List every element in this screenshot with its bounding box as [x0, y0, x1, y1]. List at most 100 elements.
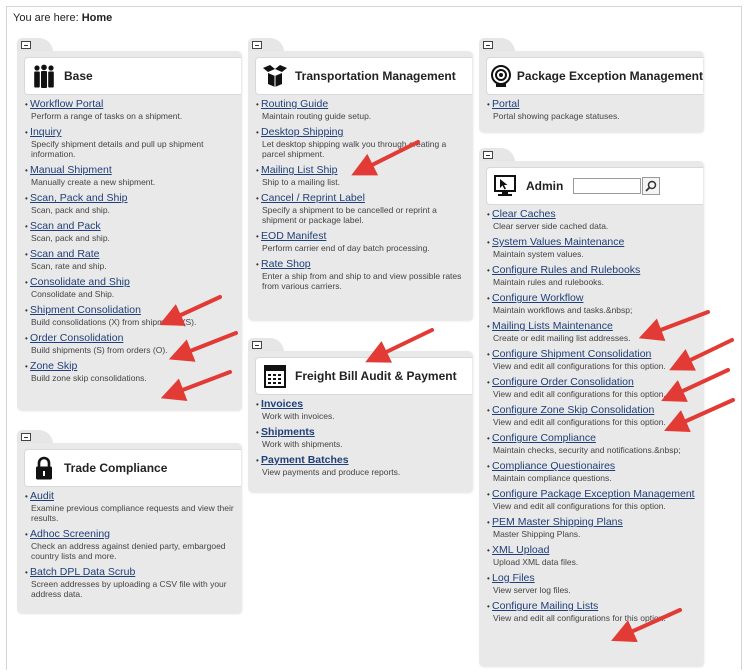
link-clear-caches[interactable]: Clear Caches — [492, 208, 556, 220]
list-item: Log FilesView server log files. — [487, 572, 697, 595]
link-system-values-maintenance[interactable]: System Values Maintenance — [492, 236, 624, 248]
link-mailing-list-ship[interactable]: Mailing List Ship — [261, 164, 337, 176]
link-inquiry[interactable]: Inquiry — [30, 126, 62, 138]
link-log-files[interactable]: Log Files — [492, 572, 535, 584]
link-configure-workflow[interactable]: Configure Workflow — [492, 292, 583, 304]
link-portal[interactable]: Portal — [492, 98, 519, 110]
collapse-toggle[interactable] — [483, 41, 493, 49]
link-eod-manifest[interactable]: EOD Manifest — [261, 230, 326, 242]
item-description: View and edit all configurations for thi… — [493, 389, 666, 399]
link-rate-shop[interactable]: Rate Shop — [261, 258, 311, 270]
link-pem-master-shipping-plans[interactable]: PEM Master Shipping Plans — [492, 516, 623, 528]
item-description: Scan, pack and ship. — [31, 205, 110, 215]
link-scan-and-rate[interactable]: Scan and Rate — [30, 248, 99, 260]
item-description: Enter a ship from and ship to and view p… — [262, 271, 462, 291]
item-description: Create or edit mailing list addresses. — [493, 333, 631, 343]
list-item: Scan, Pack and ShipScan, pack and ship. — [25, 192, 235, 215]
item-description: View server log files. — [493, 585, 571, 595]
item-description: Perform a range of tasks on a shipment. — [31, 111, 183, 121]
link-desktop-shipping[interactable]: Desktop Shipping — [261, 126, 343, 138]
link-consolidate-and-ship[interactable]: Consolidate and Ship — [30, 276, 130, 288]
globe-target-icon — [489, 61, 514, 91]
collapse-toggle[interactable] — [252, 341, 262, 349]
list-item: Adhoc ScreeningCheck an address against … — [25, 528, 235, 561]
list-item: Mailing List ShipShip to a mailing list. — [256, 164, 466, 187]
link-configure-package-exception-management[interactable]: Configure Package Exception Management — [492, 488, 695, 500]
item-description: Clear server side cached data. — [493, 221, 609, 231]
link-configure-zone-skip-consolidation[interactable]: Configure Zone Skip Consolidation — [492, 404, 654, 416]
link-compliance-questionaires[interactable]: Compliance Questionaires — [492, 460, 615, 472]
list-item: InquirySpecify shipment details and pull… — [25, 126, 235, 159]
item-description: Check an address against denied party, e… — [31, 541, 226, 561]
link-zone-skip[interactable]: Zone Skip — [30, 360, 77, 372]
item-description: View and edit all configurations for thi… — [493, 613, 666, 623]
item-description: Work with invoices. — [262, 411, 335, 421]
link-audit[interactable]: Audit — [30, 490, 54, 502]
link-scan-pack-and-ship[interactable]: Scan, Pack and Ship — [30, 192, 127, 204]
link-invoices[interactable]: Invoices — [261, 398, 303, 410]
link-configure-rules-and-rulebooks[interactable]: Configure Rules and Rulebooks — [492, 264, 640, 276]
panel-freight-bill: Freight Bill Audit & Payment InvoicesWor… — [248, 338, 472, 492]
link-manual-shipment[interactable]: Manual Shipment — [30, 164, 112, 176]
item-description: View and edit all configurations for thi… — [493, 361, 666, 371]
list-item: Scan and PackScan, pack and ship. — [25, 220, 235, 243]
breadcrumb-prefix: You are here: — [13, 12, 79, 24]
list-item: Desktop ShippingLet desktop shipping wal… — [256, 126, 466, 159]
link-configure-shipment-consolidation[interactable]: Configure Shipment Consolidation — [492, 348, 651, 360]
item-description: Maintain checks, security and notificati… — [493, 445, 681, 455]
list-item: Configure Shipment ConsolidationView and… — [487, 348, 697, 371]
admin-search-input[interactable] — [573, 178, 642, 194]
link-batch-dpl-data-scrub[interactable]: Batch DPL Data Scrub — [30, 566, 135, 578]
collapse-toggle[interactable] — [21, 41, 31, 49]
link-mailing-lists-maintenance[interactable]: Mailing Lists Maintenance — [492, 320, 613, 332]
item-description: Master Shipping Plans. — [493, 529, 581, 539]
list-item: InvoicesWork with invoices. — [256, 398, 466, 421]
collapse-toggle[interactable] — [21, 433, 31, 441]
list-item: Configure Rules and RulebooksMaintain ru… — [487, 264, 697, 287]
list-item: Mailing Lists MaintenanceCreate or edit … — [487, 320, 697, 343]
panel-admin: Admin Clear CachesClear server side cach… — [479, 148, 703, 666]
breadcrumb-current: Home — [81, 12, 113, 24]
item-description: View and edit all configurations for thi… — [493, 501, 666, 511]
panel-title: Freight Bill Audit & Payment — [295, 369, 457, 383]
panel-title: Transportation Management — [295, 69, 456, 83]
people-icon — [27, 61, 61, 91]
link-cancel-reprint-label[interactable]: Cancel / Reprint Label — [261, 192, 365, 204]
item-description: Screen addresses by uploading a CSV file… — [31, 579, 227, 599]
search-button[interactable] — [642, 177, 661, 195]
link-payment-batches[interactable]: Payment Batches — [261, 454, 349, 466]
panel-trade-compliance: Trade Compliance AuditExamine previous c… — [17, 430, 241, 613]
link-xml-upload[interactable]: XML Upload — [492, 544, 549, 556]
list-item: Order ConsolidationBuild shipments (S) f… — [25, 332, 235, 355]
item-description: Consolidate and Ship. — [31, 289, 115, 299]
link-routing-guide[interactable]: Routing Guide — [261, 98, 328, 110]
link-configure-compliance[interactable]: Configure Compliance — [492, 432, 596, 444]
link-configure-mailing-lists[interactable]: Configure Mailing Lists — [492, 600, 598, 612]
link-shipment-consolidation[interactable]: Shipment Consolidation — [30, 304, 141, 316]
link-configure-order-consolidation[interactable]: Configure Order Consolidation — [492, 376, 634, 388]
list-item: ShipmentsWork with shipments. — [256, 426, 466, 449]
list-item: XML UploadUpload XML data files. — [487, 544, 697, 567]
panel-title: Package Exception Management — [516, 69, 703, 83]
list-item: Clear CachesClear server side cached dat… — [487, 208, 697, 231]
list-item: AuditExamine previous compliance request… — [25, 490, 235, 523]
list-item: Workflow PortalPerform a range of tasks … — [25, 98, 235, 121]
collapse-toggle[interactable] — [252, 41, 262, 49]
list-item: EOD ManifestPerform carrier end of day b… — [256, 230, 466, 253]
link-adhoc-screening[interactable]: Adhoc Screening — [30, 528, 110, 540]
link-shipments[interactable]: Shipments — [261, 426, 315, 438]
item-description: Maintain rules and rulebooks. — [493, 277, 605, 287]
item-description: Scan, pack and ship. — [31, 233, 110, 243]
item-description: Maintain compliance questions. — [493, 473, 612, 483]
item-description: Scan, rate and ship. — [31, 261, 107, 271]
list-item: Zone SkipBuild zone skip consolidations. — [25, 360, 235, 383]
list-item: Compliance QuestionairesMaintain complia… — [487, 460, 697, 483]
list-item: Consolidate and ShipConsolidate and Ship… — [25, 276, 235, 299]
link-order-consolidation[interactable]: Order Consolidation — [30, 332, 123, 344]
link-scan-and-pack[interactable]: Scan and Pack — [30, 220, 101, 232]
collapse-toggle[interactable] — [483, 151, 493, 159]
item-description: Upload XML data files. — [493, 557, 579, 567]
list-item: Scan and RateScan, rate and ship. — [25, 248, 235, 271]
link-workflow-portal[interactable]: Workflow Portal — [30, 98, 103, 110]
item-description: Maintain routing guide setup. — [262, 111, 372, 121]
